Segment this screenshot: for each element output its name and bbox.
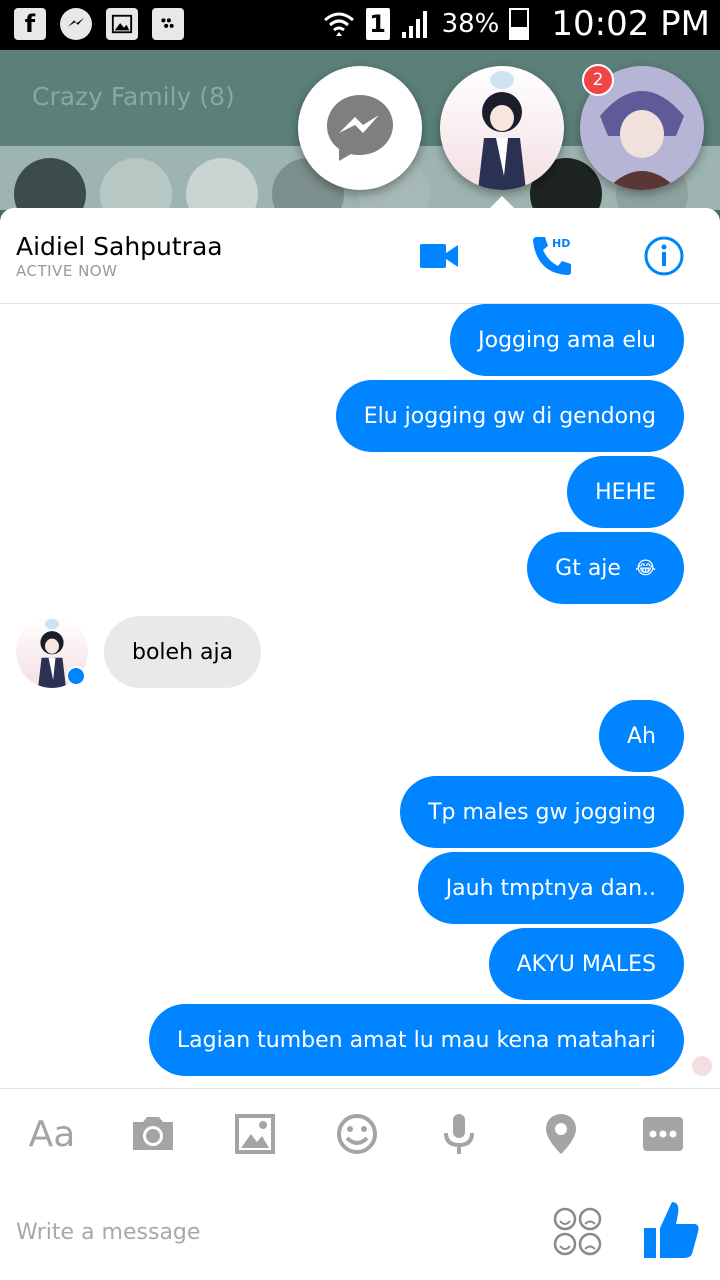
emoji-picker-button[interactable] [552,1206,604,1258]
more-icon [643,1117,683,1151]
chat-header: Aidiel Sahputraa ACTIVE NOW HD [0,208,720,304]
contact-avatar [478,71,526,190]
chat-window: Aidiel Sahputraa ACTIVE NOW HD Jogging a… [0,208,720,1280]
text-input-button[interactable]: Aa [20,1102,84,1166]
photo-gallery-button[interactable] [223,1102,287,1166]
seen-receipt-avatar [692,1056,712,1076]
voice-message-button[interactable] [427,1102,491,1166]
message-bubble-outgoing[interactable]: Elu jogging gw di gendong [335,380,684,452]
messenger-icon [327,95,393,161]
contact-name[interactable]: Aidiel Sahputraa [16,232,223,261]
background-photo [186,158,258,210]
info-icon [644,236,684,276]
svg-text:HD: HD [552,237,570,250]
clock: 10:02 PM [551,4,710,44]
notification-icons: f [14,8,184,40]
message-input[interactable] [16,1208,516,1256]
conversation-info-button[interactable] [638,230,690,282]
bbm-notification-icon [152,8,184,40]
wifi-icon [323,12,354,36]
video-camera-icon [420,244,458,268]
text-aa-label: Aa [28,1113,76,1155]
system-status: 1 38% 10:02 PM [322,4,710,44]
chat-head-pointer [488,196,516,210]
status-bar: f 1 38% 10:02 PM [0,0,720,50]
message-bubble-outgoing[interactable]: Jogging ama elu [450,304,684,376]
location-button[interactable] [529,1102,593,1166]
phone-hd-icon: HD [533,237,571,275]
contact-active-status: ACTIVE NOW [16,262,118,280]
background-photo [100,158,172,210]
message-list[interactable]: Jogging ama elu Elu jogging gw di gendon… [0,304,720,1088]
messenger-chat-head[interactable] [298,66,422,190]
message-bubble-outgoing[interactable]: Tp males gw jogging [400,776,684,848]
more-options-button[interactable] [631,1102,695,1166]
voice-call-button[interactable]: HD [526,230,578,282]
message-bubble-incoming[interactable]: boleh aja [104,616,262,688]
camera-button[interactable] [121,1102,185,1166]
composer-toolbar: Aa [0,1098,720,1174]
microphone-icon [444,1114,474,1154]
message-bubble-outgoing[interactable]: Lagian tumben amat lu mau kena matahari [148,1004,684,1076]
thumbs-up-icon [644,1202,699,1258]
smiley-icon [337,1114,377,1154]
message-bubble-outgoing[interactable]: HEHE [567,456,684,528]
message-text: Gt aje [555,555,621,581]
composer-divider [0,1088,720,1089]
sim-indicator: 1 [365,8,390,40]
message-bubble-outgoing[interactable]: Jauh tmptnya dan.. [417,852,684,924]
gallery-notification-icon [106,8,138,40]
sticker-button[interactable] [325,1102,389,1166]
unread-count-badge: 2 [582,64,614,96]
message-bubble-outgoing[interactable]: Ah [599,700,684,772]
battery-percent: 38% [441,9,500,39]
like-button[interactable] [640,1198,704,1262]
signal-icon [401,11,427,38]
camera-icon [133,1117,173,1150]
facebook-icon: f [14,8,46,40]
image-icon [235,1114,275,1154]
battery-icon [509,8,530,40]
contact-chat-head[interactable] [440,66,564,190]
message-composer [0,1178,720,1280]
laughing-emoji: 😂 [634,557,656,579]
video-call-button[interactable] [414,230,466,282]
background-group-title: Crazy Family (8) [32,82,235,111]
message-bubble-outgoing[interactable]: AKYU MALES [488,928,684,1000]
messenger-badge-icon [66,666,86,686]
emoji-faces-icon [553,1207,602,1256]
message-bubble-outgoing[interactable]: Gt aje 😂 [527,532,684,604]
location-pin-icon [546,1114,576,1154]
background-photo [14,158,86,210]
messenger-notification-icon [60,8,92,40]
